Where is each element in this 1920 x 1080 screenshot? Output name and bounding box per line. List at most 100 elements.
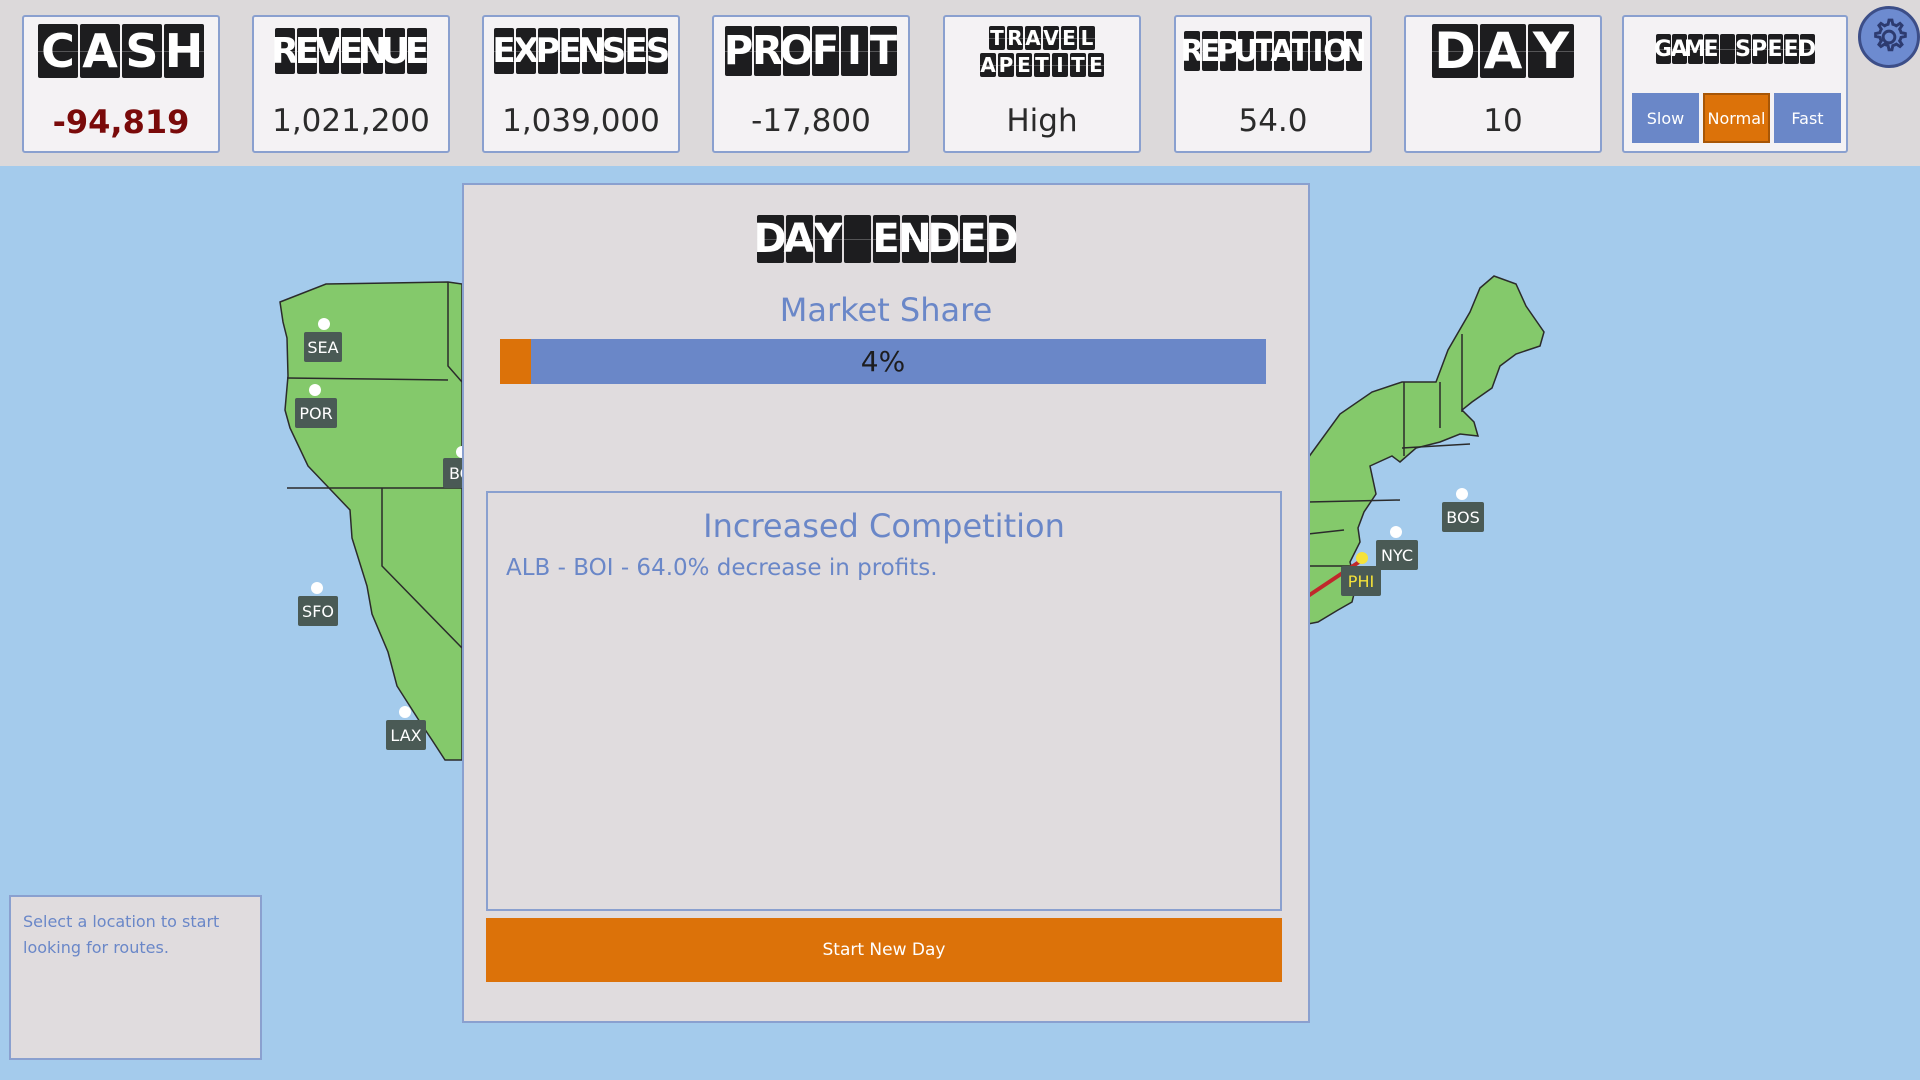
title-tile: E [405,28,429,74]
title-tile: I [841,26,868,76]
expenses-title: EXPENSES [484,21,678,81]
title-tile: Y [813,215,843,263]
title-tile: X [513,28,539,74]
reputation-title: REPUTATION [1176,21,1370,81]
city-dot-bos[interactable] [1456,488,1468,500]
title-tile: D [1798,34,1816,64]
city-label-por[interactable]: POR [295,398,337,428]
cash-title: CASH [24,21,218,81]
title-tile: D [985,215,1019,263]
title-tiles: REPUTATION [1180,31,1367,71]
title-tile: F [811,26,840,76]
title-tile: E [1061,25,1077,50]
title-tile: E [1767,34,1783,64]
title-tile: E [1200,31,1220,71]
expenses-value: 1,039,000 [502,103,660,139]
city-label-phi[interactable]: PHI [1341,566,1381,596]
title-tiles: PROFIT [724,26,898,76]
travel-appetite-panel: TRAVELAPETITE High [943,15,1141,153]
title-tile: A [1270,31,1294,71]
title-tile: U [380,28,410,74]
reputation-panel: REPUTATION 54.0 [1174,15,1372,153]
title-tile: A [783,215,815,263]
info-text: Select a location to start looking for r… [23,912,220,957]
city-label-nyc[interactable]: NYC [1376,540,1418,570]
title-tiles: REVENUE [271,28,429,74]
city-dot-nyc[interactable] [1390,526,1402,538]
city-label-sea[interactable]: SEA [304,332,342,362]
event-panel: Increased Competition ALB - BOI - 64.0% … [486,491,1282,911]
title-tile: E [1088,52,1104,77]
revenue-panel: REVENUE 1,021,200 [252,15,450,153]
city-dot-por[interactable] [309,384,321,396]
travel-appetite-value: High [1006,103,1078,139]
day-title: DAY [1406,21,1600,81]
title-tile: T [1290,31,1310,71]
cash-panel: CASH -94,819 [22,15,220,153]
travel-appetite-title: TRAVELAPETITE [945,21,1139,81]
profit-value: -17,800 [751,103,871,139]
title-tile: L [1079,25,1095,50]
title-tiles: EXPENSES [492,28,670,74]
route-info-box: Select a location to start looking for r… [9,895,262,1060]
title-tile: P [536,28,560,74]
title-tile: D [1432,22,1478,80]
title-tile: O [779,26,814,76]
title-tile: E [1703,34,1719,64]
reputation-value: 54.0 [1238,103,1308,139]
game-speed-title: GAME SPEED [1624,21,1846,77]
title-tile: T [989,25,1005,50]
city-label-lax[interactable]: LAX [386,720,426,750]
title-tile: A [80,24,120,78]
expenses-panel: EXPENSES 1,039,000 [482,15,680,153]
city-dot-phi[interactable] [1356,552,1368,564]
title-tile: S [122,24,162,78]
city-label-bos[interactable]: BOS [1442,502,1484,532]
title-tile: R [1007,25,1023,50]
title-tile: V [1043,25,1059,50]
title-tile: R [1180,31,1204,71]
title-tile: C [38,24,78,78]
settings-button[interactable] [1858,6,1920,68]
title-tile: E [624,28,648,74]
speed-normal-button[interactable]: Normal [1703,93,1770,143]
title-tiles: DAY ENDED [753,215,1019,263]
profit-title: PROFIT [714,21,908,81]
cash-value: -94,819 [52,103,190,141]
title-tile: E [1783,34,1799,64]
gear-icon [1874,18,1907,52]
title-tile: E [295,28,319,74]
event-text: ALB - BOI - 64.0% decrease in profits. [506,555,938,581]
title-tile: G [1654,34,1672,64]
title-tile [1719,34,1735,64]
title-tiles: DAY [1432,22,1574,80]
title-tile: N [898,215,932,263]
title-tile: T [1034,52,1050,77]
city-label-sfo[interactable]: SFO [298,596,338,626]
title-tile: T [869,26,898,76]
speed-slow-button[interactable]: Slow [1632,93,1699,143]
title-tile: E [492,28,516,74]
title-tiles: APETITE [980,52,1104,77]
city-dot-sfo[interactable] [311,582,323,594]
title-tile: U [1234,31,1258,71]
title-tile: N [578,28,606,74]
top-stat-bar: CASH -94,819 REVENUE 1,021,200 EXPENSES … [0,0,1920,166]
title-tile: N [1341,31,1367,71]
revenue-title: REVENUE [254,21,448,81]
start-new-day-button[interactable]: Start New Day [486,918,1282,982]
title-tile: P [1751,34,1767,64]
title-tiles: GAME SPEED [1654,34,1816,64]
market-share-percent: 4% [860,345,906,378]
day-ended-modal: DAY ENDED Market Share 4% Increased Comp… [462,183,1310,1023]
city-dot-lax[interactable] [399,706,411,718]
market-share-bar: 4% [500,339,1266,384]
speed-fast-button[interactable]: Fast [1774,93,1841,143]
title-tile: T [1070,52,1086,77]
title-tile: S [1735,34,1751,64]
title-tile: D [927,215,961,263]
title-tiles: TRAVEL [989,25,1095,50]
city-dot-sea[interactable] [318,318,330,330]
title-tile: Y [1528,22,1574,80]
event-title: Increased Competition [703,507,1065,545]
